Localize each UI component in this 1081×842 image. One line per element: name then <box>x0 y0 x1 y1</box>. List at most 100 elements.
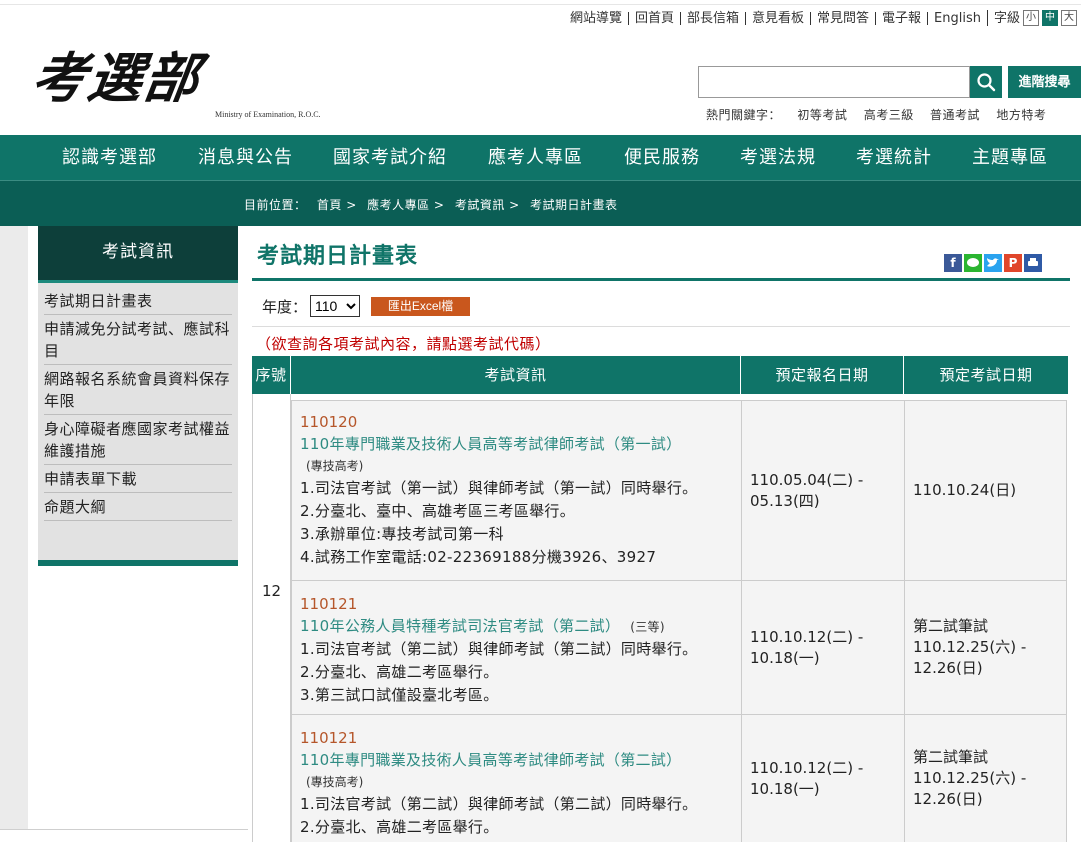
registration-date-cell: 110.10.12(二) - 10.18(一) <box>742 715 905 842</box>
table-row: 110121 110年專門職業及技術人員高等考試律師考試（第二試） (專技高考)… <box>291 714 1067 842</box>
exam-info-cell: 110121 110年專門職業及技術人員高等考試律師考試（第二試） (專技高考)… <box>292 715 742 842</box>
logo-calligraphy: 考選部 <box>27 46 205 110</box>
nav-regulations[interactable]: 考選法規 <box>740 135 816 180</box>
nav-services[interactable]: 便民服務 <box>624 135 700 180</box>
link-home[interactable]: 回首頁 <box>627 11 680 25</box>
hot-keyword-link[interactable]: 初等考試 <box>797 108 847 122</box>
line-share-icon[interactable] <box>964 254 982 272</box>
exam-code-link[interactable]: 110120 <box>300 411 741 433</box>
exam-date-line: 110.12.25(六) - <box>913 638 1027 656</box>
year-select[interactable]: 110 <box>310 295 360 317</box>
exam-code-link[interactable]: 110121 <box>300 727 741 749</box>
hot-keyword-link[interactable]: 高考三級 <box>864 108 914 122</box>
sidebar-footer-bar <box>38 560 238 566</box>
link-opinion-board[interactable]: 意見看板 <box>744 11 810 25</box>
sidebar-item-disability-rights[interactable]: 身心障礙者應國家考試權益維護措施 <box>44 415 232 465</box>
breadcrumb-examinee-zone[interactable]: 應考人專區 <box>367 198 430 212</box>
nav-topics[interactable]: 主題專區 <box>972 135 1048 180</box>
exam-name: 110年專門職業及技術人員高等考試律師考試（第一試） <box>300 435 682 453</box>
link-sitemap[interactable]: 網站導覽 <box>564 12 628 25</box>
exam-note: 2.分臺北、臺中、高雄考區三考區舉行。 <box>300 502 576 520</box>
link-minister-mailbox[interactable]: 部長信箱 <box>679 11 745 25</box>
exam-code-link[interactable]: 110121 <box>300 593 741 615</box>
nav-examinee-zone[interactable]: 應考人專區 <box>488 135 583 180</box>
exam-note: 1.司法官考試（第一試）與律師考試（第一試）同時舉行。 <box>300 479 698 497</box>
exam-note: 3.第三試口試僅設臺北考區。 <box>300 686 499 704</box>
link-newsletter[interactable]: 電子報 <box>875 11 927 25</box>
column-header-exam-info: 考試資訊 <box>291 356 740 394</box>
exam-name-row: 110年公務人員特種考試司法官考試（第二試） (三等) <box>300 615 741 638</box>
print-icon[interactable] <box>1024 254 1042 272</box>
plurk-share-icon[interactable]: P <box>1004 254 1022 272</box>
search-input[interactable] <box>698 66 970 98</box>
sidebar-item-exemption[interactable]: 申請減免分試考試、應試科目 <box>44 315 232 365</box>
font-size-large-button[interactable]: 大 <box>1061 10 1077 26</box>
page-title: 考試期日計畫表 <box>257 244 419 269</box>
exam-date-line: 第二試筆試 <box>913 617 989 635</box>
nav-about[interactable]: 認識考選部 <box>62 135 157 180</box>
exam-category: (三等) <box>630 620 665 634</box>
registration-date-line: 110.05.04(二) - <box>750 470 864 489</box>
exam-note: 2.分臺北、高雄二考區舉行。 <box>300 663 499 681</box>
registration-date-cell: 110.10.12(二) - 10.18(一) <box>742 581 905 714</box>
sidebar-title: 考試資訊 <box>38 226 238 283</box>
query-notice: （欲查詢各項考試內容，請點選考試代碼） <box>256 335 551 353</box>
registration-date-line: 05.13(四) <box>750 491 820 510</box>
breadcrumb-label: 目前位置： <box>244 198 307 212</box>
exam-date-cell: 110.10.24(日) <box>905 401 1068 580</box>
exam-date-cell: 第二試筆試 110.12.25(六) - 12.26(日) <box>905 715 1068 842</box>
search-button[interactable] <box>970 66 1002 98</box>
exam-date-cell: 第二試筆試 110.12.25(六) - 12.26(日) <box>905 581 1068 714</box>
breadcrumb-separator: > <box>433 198 445 212</box>
advanced-search-button[interactable]: 進階搜尋 <box>1008 66 1081 98</box>
sidebar-item-forms-download[interactable]: 申請表單下載 <box>44 465 232 493</box>
utility-links: 網站導覽 回首頁 部長信箱 意見看板 常見問答 電子報 English 字級 小… <box>564 9 1077 27</box>
breadcrumb-current: 考試期日計畫表 <box>530 198 618 212</box>
top-border <box>0 4 1081 5</box>
site-logo[interactable]: 考選部 Ministry of Examination, R.O.C. <box>28 34 353 124</box>
exam-date-line: 110.10.24(日) <box>913 481 1017 499</box>
seq-number: 12 <box>262 582 282 600</box>
exam-info-cell: 110121 110年公務人員特種考試司法官考試（第二試） (三等) 1.司法官考… <box>292 581 742 714</box>
breadcrumb-bar: 目前位置： 首頁 > 應考人專區 > 考試資訊 > 考試期日計畫表 <box>0 180 1081 226</box>
exam-date-line: 110.12.25(六) - <box>913 769 1027 787</box>
hot-keyword-link[interactable]: 普通考試 <box>930 108 980 122</box>
search-icon <box>977 73 996 92</box>
registration-date-line: 10.18(一) <box>750 779 820 798</box>
sidebar-item-syllabus[interactable]: 命題大綱 <box>44 493 232 521</box>
font-size-medium-button[interactable]: 中 <box>1042 10 1058 26</box>
left-gutter <box>0 226 28 830</box>
exam-note: 2.分臺北、高雄二考區舉行。 <box>300 818 499 836</box>
facebook-share-icon[interactable]: f <box>944 254 962 272</box>
link-faq[interactable]: 常見問答 <box>810 11 875 25</box>
font-size-switcher: 字級 小 中 大 <box>986 10 1077 26</box>
exam-note: 4.試務工作室電話:02-22369188分機3926、3927 <box>300 548 657 566</box>
sidebar-list: 考試期日計畫表 申請減免分試考試、應試科目 網路報名系統會員資料保存年限 身心障… <box>38 283 238 521</box>
hot-keyword-link[interactable]: 地方特考 <box>996 108 1046 122</box>
hot-keywords-label: 熱門關鍵字： <box>706 108 782 122</box>
exam-note: 1.司法官考試（第二試）與律師考試（第二試）同時舉行。 <box>300 795 698 813</box>
nav-statistics[interactable]: 考選統計 <box>856 135 932 180</box>
breadcrumb-separator: > <box>346 198 357 212</box>
logo-english-name: Ministry of Examination, R.O.C. <box>215 110 321 119</box>
exam-date-line: 12.26(日) <box>913 659 983 677</box>
column-header-exam-date: 預定考試日期 <box>904 356 1068 394</box>
font-size-label: 字級 <box>993 10 1020 26</box>
year-label: 年度： <box>262 298 308 316</box>
column-header-registration-date: 預定報名日期 <box>741 356 903 394</box>
table-row: 110120 110年專門職業及技術人員高等考試律師考試（第一試） (專技高考)… <box>291 400 1067 581</box>
breadcrumb-home[interactable]: 首頁 <box>317 198 342 212</box>
export-excel-button[interactable]: 匯出Excel檔 <box>371 297 470 316</box>
divider <box>252 326 1070 327</box>
sidebar: 考試資訊 考試期日計畫表 申請減免分試考試、應試科目 網路報名系統會員資料保存年… <box>38 226 238 566</box>
sidebar-item-exam-schedule[interactable]: 考試期日計畫表 <box>44 287 232 315</box>
nav-national-exams[interactable]: 國家考試介紹 <box>333 135 447 180</box>
breadcrumb-exam-info[interactable]: 考試資訊 <box>455 198 505 212</box>
twitter-share-icon[interactable] <box>984 254 1002 272</box>
font-size-small-button[interactable]: 小 <box>1023 10 1039 26</box>
registration-date-line: 10.18(一) <box>750 648 820 667</box>
link-english[interactable]: English <box>927 11 987 25</box>
sidebar-item-member-data[interactable]: 網路報名系統會員資料保存年限 <box>44 365 232 415</box>
nav-news[interactable]: 消息與公告 <box>198 135 293 180</box>
exam-note: 1.司法官考試（第二試）與律師考試（第二試）同時舉行。 <box>300 640 698 658</box>
